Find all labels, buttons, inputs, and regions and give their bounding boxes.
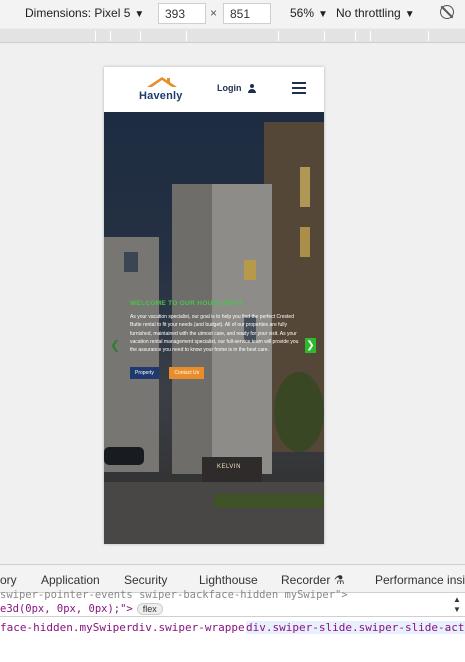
breadcrumb-item[interactable]: face-hidden.mySwiper (0, 621, 132, 634)
dom-code-line[interactable]: e3d(0px, 0px, 0px);"> flex (0, 603, 163, 615)
next-slide-icon[interactable]: ❯ (305, 338, 316, 353)
dom-code-text: e3d(0px, 0px, 0px);"> (0, 603, 133, 615)
building-sign-text: KELVIN (217, 464, 241, 470)
tab-recorder[interactable]: Recorder ⚗ (281, 573, 344, 587)
site-header: Havenly Login (104, 67, 324, 112)
hero-slider[interactable]: KELVIN WELCOME TO OUR HOUSE RENT As your… (104, 112, 324, 544)
login-link[interactable]: Login (217, 83, 242, 93)
flask-icon: ⚗ (333, 573, 345, 587)
flex-badge[interactable]: flex (136, 603, 163, 615)
hero-buttons: Property Contact Us (130, 361, 300, 380)
dimensions-label: Dimensions: Pixel 5 (25, 6, 131, 20)
breadcrumb-more[interactable]: ... (444, 621, 464, 634)
rotate-icon[interactable] (440, 5, 454, 19)
hamburger-menu-icon[interactable] (292, 82, 306, 94)
tab-security[interactable]: Security (124, 573, 167, 587)
breadcrumb-item-active[interactable]: div.swiper-slide.swiper-slide-active (246, 621, 465, 634)
dom-code-line[interactable]: swiper-pointer-events swiper-backface-hi… (0, 589, 348, 601)
zoom-label: 56% (290, 6, 315, 20)
times-sign: × (210, 6, 218, 20)
throttling-select[interactable]: No throttling ▼ (336, 6, 415, 20)
breadcrumb: face-hidden.mySwiper div.swiper-wrapper … (0, 616, 465, 638)
chevron-down-icon: ▼ (134, 9, 145, 20)
tab-recorder-label: Recorder (281, 573, 331, 587)
hero-content: WELCOME TO OUR HOUSE RENT As your vacati… (130, 300, 300, 380)
tab-lighthouse[interactable]: Lighthouse (199, 573, 258, 587)
tab-application[interactable]: Application (41, 573, 100, 587)
width-input[interactable]: 393 (158, 3, 206, 24)
breadcrumb-item[interactable]: div.swiper-wrapper (132, 621, 251, 634)
hero-title: WELCOME TO OUR HOUSE RENT (130, 300, 243, 307)
devtools-panel: ory Application Security Lighthouse Reco… (0, 564, 465, 662)
throttling-label: No throttling (336, 6, 401, 20)
roof-icon (147, 77, 177, 87)
contact-us-button[interactable]: Contact Us (169, 367, 205, 380)
logo[interactable]: Havenly (139, 74, 189, 106)
property-button[interactable]: Property (130, 367, 159, 380)
tab-performance-insights[interactable]: Performance insi (375, 573, 465, 587)
scroll-arrows[interactable]: ▲ ▼ (453, 595, 461, 615)
dimensions-select[interactable]: Dimensions: Pixel 5 ▼ (25, 6, 144, 20)
user-icon[interactable] (248, 84, 256, 93)
device-toolbar: Dimensions: Pixel 5 ▼ 393 × 851 56% ▼ No t… (0, 0, 465, 28)
media-query-ruler[interactable] (0, 29, 465, 43)
zoom-select[interactable]: 56% ▼ (290, 6, 328, 20)
tab-memory[interactable]: ory (0, 573, 17, 587)
prev-slide-icon[interactable]: ❮ (110, 338, 121, 353)
chevron-down-icon: ▼ (318, 9, 328, 20)
hero-description: As your vacation specialist, our goal is… (130, 314, 299, 354)
device-screen: Havenly Login KELVIN WELCOME TO OUR HOUS… (104, 67, 324, 544)
height-input[interactable]: 851 (223, 3, 271, 24)
logo-text: Havenly (139, 90, 183, 102)
chevron-down-icon: ▼ (404, 9, 415, 20)
